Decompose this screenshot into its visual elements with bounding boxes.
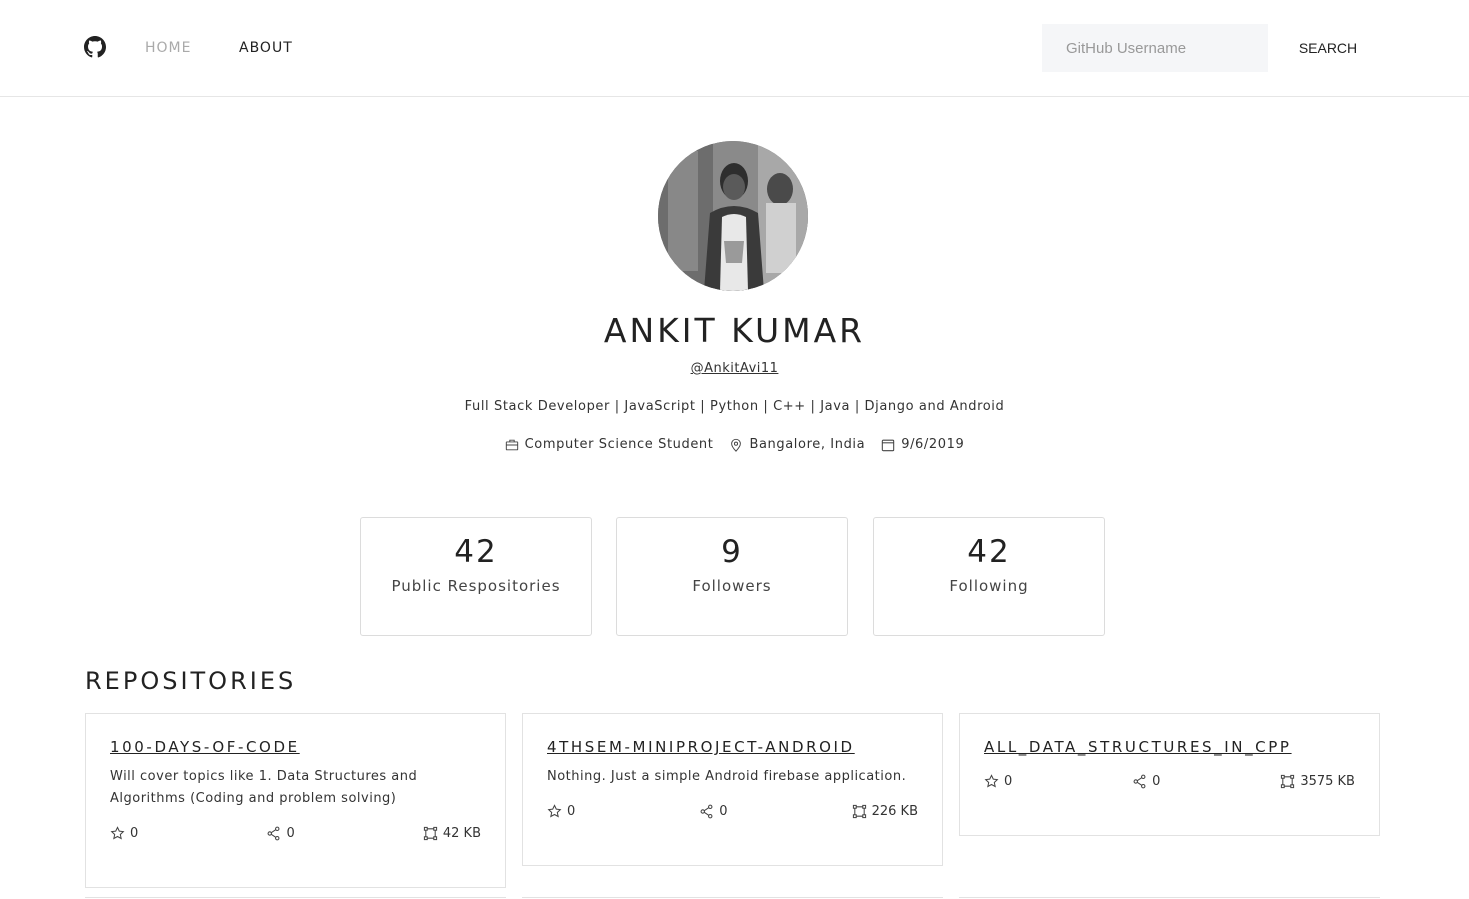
share-icon (1133, 774, 1146, 789)
star-icon (110, 826, 125, 840)
repo-name-link[interactable]: 100-DAYS-OF-CODE (110, 738, 481, 756)
size-icon (852, 804, 866, 819)
stat-label: Following (949, 577, 1029, 595)
repo-stars-count: 0 (130, 826, 139, 841)
calendar-icon (881, 439, 895, 451)
stat-card-followers: 9 Followers (616, 517, 848, 636)
stat-value: 42 (454, 534, 498, 570)
repo-size-value: 42 KB (442, 826, 481, 841)
profile-meta: Computer Science Student Bangalore, Indi… (0, 437, 1469, 452)
profile-login-link[interactable]: @AnkitAvi11 (0, 361, 1469, 376)
repo-forks: 0 (699, 804, 728, 819)
repo-description: Nothing. Just a simple Android firebase … (547, 769, 907, 784)
nav-about-link[interactable]: ABOUT (239, 40, 293, 56)
location-text: Bangalore, India (749, 437, 866, 452)
repo-name-link[interactable]: ALL_DATA_STRUCTURES_IN_CPP (984, 738, 1355, 756)
navbar: HOME ABOUT SEARCH (0, 0, 1469, 97)
repo-size: 42 KB (423, 826, 481, 841)
repo-size-value: 226 KB (871, 804, 918, 819)
repo-stars: 0 (984, 774, 1012, 789)
repo-stats: 0 0 3575 KB (984, 774, 1355, 789)
repo-name-link[interactable]: 4THSEM-MINIPROJECT-ANDROID (547, 738, 918, 756)
stat-card-following: 42 Following (873, 517, 1105, 636)
repo-stars-count: 0 (567, 804, 576, 819)
repo-forks-count: 0 (286, 826, 295, 841)
github-icon[interactable] (84, 36, 106, 58)
joined-date: 9/6/2019 (901, 437, 965, 452)
share-icon (267, 826, 280, 841)
repo-size: 226 KB (852, 804, 918, 819)
stat-label: Followers (692, 577, 772, 595)
repo-forks-count: 0 (719, 804, 728, 819)
stat-value: 9 (721, 534, 743, 570)
repo-description: Will cover topics like 1. Data Structure… (110, 769, 418, 806)
repo-stars: 0 (110, 826, 138, 841)
map-pin-icon (731, 438, 742, 452)
repo-size-value: 3575 KB (1300, 774, 1355, 789)
repo-forks: 0 (266, 826, 295, 841)
username-search-input[interactable] (1042, 24, 1268, 72)
size-icon (423, 826, 437, 841)
briefcase-icon (505, 439, 518, 450)
repo-forks: 0 (1132, 774, 1160, 789)
avatar (658, 141, 808, 291)
share-icon (700, 804, 713, 819)
profile-bio: Full Stack Developer | JavaScript | Pyth… (464, 399, 1005, 414)
stat-value: 42 (967, 534, 1011, 570)
repo-size: 3575 KB (1280, 774, 1355, 789)
repositories-heading: REPOSITORIES (85, 667, 297, 695)
stat-label: Public Respositories (391, 577, 561, 595)
repo-stats: 0 0 42 KB (110, 826, 481, 841)
repo-stars-count: 0 (1004, 774, 1013, 789)
joined-item: 9/6/2019 (881, 437, 964, 452)
repo-stars: 0 (547, 804, 575, 819)
repo-forks-count: 0 (1152, 774, 1161, 789)
repo-stats: 0 0 226 KB (547, 804, 918, 819)
stat-card-repos: 42 Public Respositories (360, 517, 592, 636)
profile-name: ANKIT KUMAR (603, 311, 866, 350)
company-text: Computer Science Student (524, 437, 714, 452)
repo-card: 100-DAYS-OF-CODE Will cover topics like … (85, 713, 506, 888)
star-icon (984, 774, 999, 788)
repo-card: ALL_DATA_STRUCTURES_IN_CPP 0 0 3575 KB (959, 713, 1380, 836)
company-item: Computer Science Student (505, 437, 714, 452)
search-button[interactable]: SEARCH (1290, 24, 1366, 72)
location-item: Bangalore, India (729, 437, 865, 452)
nav-home-link[interactable]: HOME (145, 40, 191, 56)
star-icon (547, 804, 562, 818)
repo-card: 4THSEM-MINIPROJECT-ANDROID Nothing. Just… (522, 713, 943, 866)
size-icon (1281, 774, 1295, 789)
